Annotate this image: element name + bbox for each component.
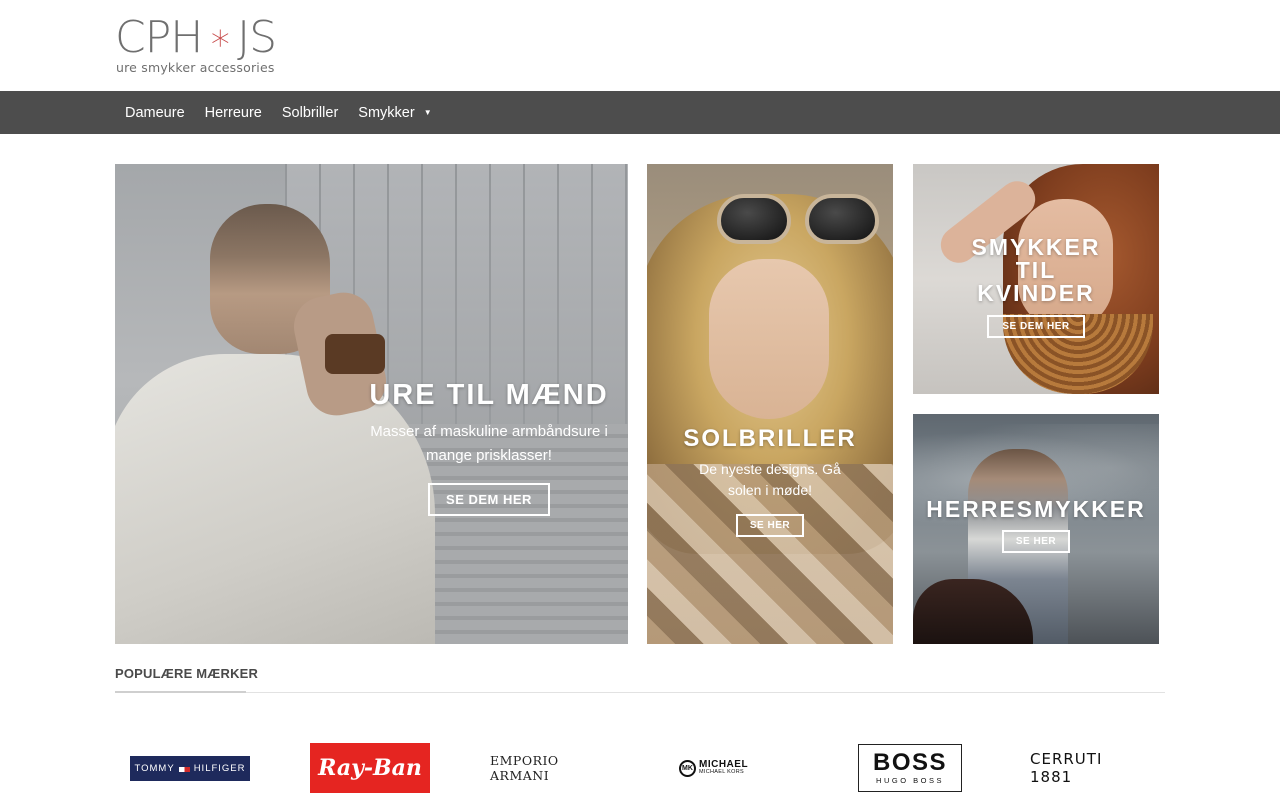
se-her-button[interactable]: SE HER [1001,530,1071,554]
banner-solbriller[interactable]: SOLBRILLER De nyeste designs. Gå solen i… [647,164,893,644]
banner-title: URE TIL MÆND [369,379,609,411]
brand-logo-michael-kors[interactable]: MK MICHAEL MICHAEL KORS [679,758,759,778]
nav-item-smykker[interactable]: Smykker ▼ [348,91,441,134]
banner-title: HERRESMYKKER [926,496,1146,522]
brand-logo-ray-ban[interactable]: Ray-Ban [310,743,430,793]
nav-item-herreure[interactable]: Herreure [195,91,272,134]
banner-herresmykker[interactable]: HERRESMYKKER SE HER [913,414,1159,644]
section-title-underline [115,691,246,693]
mk-monogram-icon: MK [679,759,696,777]
banner-smykker-til-kvinder[interactable]: SMYKKER TIL KVINDER SE DEM HER [913,164,1159,394]
site-logo[interactable]: CPH ∗ JS ure smykker accessories [115,14,285,80]
caret-down-icon: ▼ [423,108,432,117]
nav-item-dameure[interactable]: Dameure [115,91,195,134]
site-header: CPH ∗ JS ure smykker accessories [0,0,1280,91]
nav-item-solbriller[interactable]: Solbriller [272,91,348,134]
banner-title: SOLBRILLER [683,425,857,452]
se-her-button[interactable]: SE HER [735,514,805,538]
brand-logo-cerruti-1881[interactable]: CERRUTI 1881 [1030,750,1150,786]
se-dem-her-button[interactable]: SE DEM HER [428,482,550,516]
se-dem-her-button[interactable]: SE DEM HER [987,315,1085,338]
logo-star-icon: ∗ [208,15,232,59]
brand-logo-emporio-armani[interactable]: EMPORIO ARMANI [490,753,610,783]
tommy-flag-icon [178,765,190,772]
main-navigation: Dameure Herreure Solbriller Smykker ▼ [0,91,1280,134]
logo-wordmark: CPH ∗ JS [115,12,277,63]
brand-logo-tommy-hilfiger[interactable]: TOMMY HILFIGER [130,756,250,781]
banner-subtitle: De nyeste designs. Gå solen i møde! [699,461,841,499]
banner-title: SMYKKER TIL KVINDER [971,234,1101,306]
section-title-populaere-maerker: POPULÆRE MÆRKER [115,666,259,681]
logo-tagline: ure smykker accessories [116,60,275,75]
banner-subtitle: Masser af maskuline armbåndsure i mange … [370,423,608,464]
section-divider [115,692,1165,693]
brand-logo-hugo-boss[interactable]: BOSS HUGO BOSS [858,744,962,792]
banner-photo-woman-sunglasses [647,164,893,644]
banner-ure-til-maend[interactable]: URE TIL MÆND Masser af maskuline armbånd… [115,164,628,644]
